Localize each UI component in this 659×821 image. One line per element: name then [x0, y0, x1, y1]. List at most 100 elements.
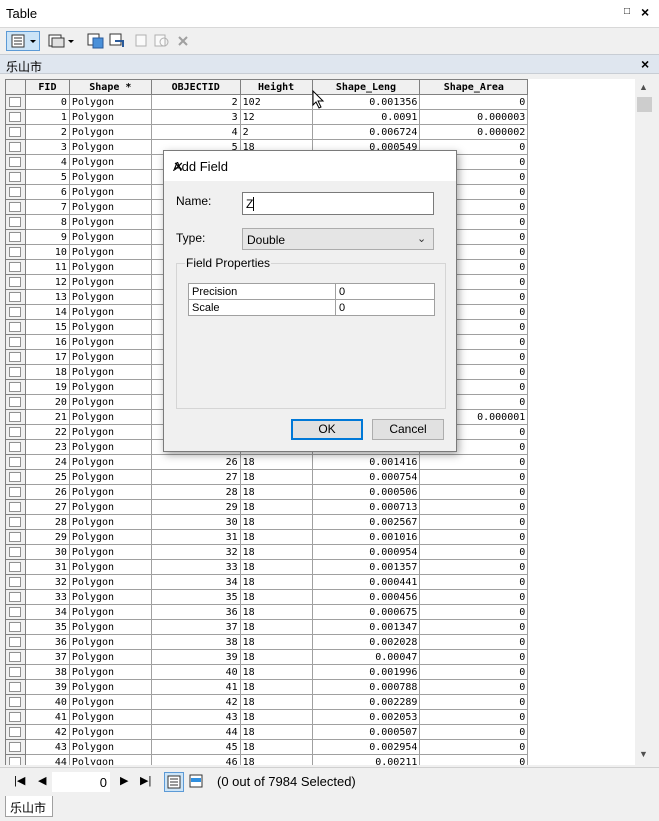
cell-shape[interactable]: Polygon — [68, 274, 152, 290]
row-selector[interactable] — [5, 409, 26, 425]
cell-shape[interactable]: Polygon — [68, 124, 152, 140]
row-selector[interactable] — [5, 634, 26, 650]
restore-icon[interactable]: □ — [624, 6, 630, 17]
cell-shape-leng[interactable]: 0.001996 — [311, 664, 421, 680]
column-header-objectid[interactable]: OBJECTID — [150, 79, 241, 95]
table-row[interactable]: 29 Polygon 31 18 0.001016 0 — [5, 529, 635, 545]
cell-objectid[interactable]: 35 — [150, 589, 241, 605]
cell-height[interactable]: 18 — [239, 709, 313, 725]
row-selector[interactable] — [5, 484, 26, 500]
cell-objectid[interactable]: 42 — [150, 694, 241, 710]
table-row[interactable]: 30 Polygon 32 18 0.000954 0 — [5, 544, 635, 560]
cell-shape[interactable]: Polygon — [68, 454, 152, 470]
cell-shape[interactable]: Polygon — [68, 394, 152, 410]
cell-fid[interactable]: 36 — [24, 634, 70, 650]
cell-shape[interactable]: Polygon — [68, 619, 152, 635]
cell-fid[interactable]: 8 — [24, 214, 70, 230]
cell-shape[interactable]: Polygon — [68, 664, 152, 680]
row-selector[interactable] — [5, 94, 26, 110]
cell-shape-area[interactable]: 0 — [419, 574, 529, 590]
show-all-records-button[interactable] — [164, 772, 184, 792]
cell-fid[interactable]: 21 — [24, 409, 70, 425]
cell-objectid[interactable]: 28 — [150, 484, 241, 500]
cell-fid[interactable]: 14 — [24, 304, 70, 320]
cell-objectid[interactable]: 46 — [150, 754, 241, 765]
row-selector[interactable] — [5, 304, 26, 320]
cell-shape[interactable]: Polygon — [68, 364, 152, 380]
cell-shape-area[interactable]: 0 — [419, 634, 529, 650]
cell-height[interactable]: 102 — [239, 94, 313, 110]
row-selector[interactable] — [5, 199, 26, 215]
cell-shape-area[interactable]: 0 — [419, 709, 529, 725]
row-selector[interactable] — [5, 394, 26, 410]
cell-shape[interactable]: Polygon — [68, 484, 152, 500]
cell-objectid[interactable]: 34 — [150, 574, 241, 590]
cell-shape[interactable]: Polygon — [68, 589, 152, 605]
cell-fid[interactable]: 7 — [24, 199, 70, 215]
cell-height[interactable]: 18 — [239, 739, 313, 755]
cell-fid[interactable]: 3 — [24, 139, 70, 155]
cell-shape-leng[interactable]: 0.002053 — [311, 709, 421, 725]
cell-height[interactable]: 18 — [239, 724, 313, 740]
table-row[interactable]: 43 Polygon 45 18 0.002954 0 — [5, 739, 635, 755]
table-row[interactable]: 27 Polygon 29 18 0.000713 0 — [5, 499, 635, 515]
cell-shape[interactable]: Polygon — [68, 94, 152, 110]
cell-shape-area[interactable]: 0 — [419, 529, 529, 545]
cell-height[interactable]: 18 — [239, 514, 313, 530]
cell-fid[interactable]: 0 — [24, 94, 70, 110]
cell-shape-leng[interactable]: 0.00047 — [311, 649, 421, 665]
cell-shape[interactable]: Polygon — [68, 679, 152, 695]
cell-height[interactable]: 2 — [239, 124, 313, 140]
cell-shape[interactable]: Polygon — [68, 319, 152, 335]
row-selector[interactable] — [5, 244, 26, 260]
cell-fid[interactable]: 27 — [24, 499, 70, 515]
row-selector[interactable] — [5, 364, 26, 380]
cell-objectid[interactable]: 39 — [150, 649, 241, 665]
table-row[interactable]: 24 Polygon 26 18 0.001416 0 — [5, 454, 635, 470]
next-record-icon[interactable]: ▶ — [120, 774, 128, 787]
row-selector[interactable] — [5, 334, 26, 350]
cell-fid[interactable]: 38 — [24, 664, 70, 680]
column-header-shape-leng[interactable]: Shape_Leng — [311, 79, 421, 95]
row-selector[interactable] — [5, 559, 26, 575]
cell-shape[interactable]: Polygon — [68, 199, 152, 215]
cell-height[interactable]: 18 — [239, 754, 313, 765]
row-selector[interactable] — [5, 289, 26, 305]
cell-shape-leng[interactable]: 0.000456 — [311, 589, 421, 605]
cell-objectid[interactable]: 3 — [150, 109, 241, 125]
current-record-input[interactable]: 0 — [52, 772, 110, 792]
cell-fid[interactable]: 43 — [24, 739, 70, 755]
cell-fid[interactable]: 44 — [24, 754, 70, 765]
cell-fid[interactable]: 29 — [24, 529, 70, 545]
table-row[interactable]: 42 Polygon 44 18 0.000507 0 — [5, 724, 635, 740]
table-row[interactable]: 44 Polygon 46 18 0.00211 0 — [5, 754, 635, 765]
row-selector[interactable] — [5, 544, 26, 560]
cell-fid[interactable]: 31 — [24, 559, 70, 575]
cell-shape-area[interactable]: 0 — [419, 604, 529, 620]
cell-fid[interactable]: 20 — [24, 394, 70, 410]
cell-fid[interactable]: 24 — [24, 454, 70, 470]
row-selector[interactable] — [5, 454, 26, 470]
cell-shape-leng[interactable]: 0.002028 — [311, 634, 421, 650]
cell-fid[interactable]: 35 — [24, 619, 70, 635]
cell-shape-area[interactable]: 0 — [419, 514, 529, 530]
cell-fid[interactable]: 13 — [24, 289, 70, 305]
cell-height[interactable]: 12 — [239, 109, 313, 125]
cell-shape-leng[interactable]: 0.000441 — [311, 574, 421, 590]
property-value-input[interactable]: 0 — [335, 299, 435, 316]
cell-shape[interactable]: Polygon — [68, 154, 152, 170]
cell-shape-area[interactable]: 0 — [419, 739, 529, 755]
switch-selection-button[interactable] — [108, 31, 128, 51]
scroll-thumb[interactable] — [637, 97, 652, 112]
table-row[interactable]: 41 Polygon 43 18 0.002053 0 — [5, 709, 635, 725]
cell-shape-area[interactable]: 0 — [419, 484, 529, 500]
cell-shape-area[interactable]: 0 — [419, 559, 529, 575]
table-row[interactable]: 34 Polygon 36 18 0.000675 0 — [5, 604, 635, 620]
row-selector[interactable] — [5, 619, 26, 635]
cell-fid[interactable]: 26 — [24, 484, 70, 500]
close-window-icon[interactable]: × — [641, 4, 649, 20]
table-row[interactable]: 31 Polygon 33 18 0.001357 0 — [5, 559, 635, 575]
cell-fid[interactable]: 1 — [24, 109, 70, 125]
cell-shape-area[interactable]: 0 — [419, 499, 529, 515]
clear-selection-button[interactable] — [132, 31, 150, 51]
